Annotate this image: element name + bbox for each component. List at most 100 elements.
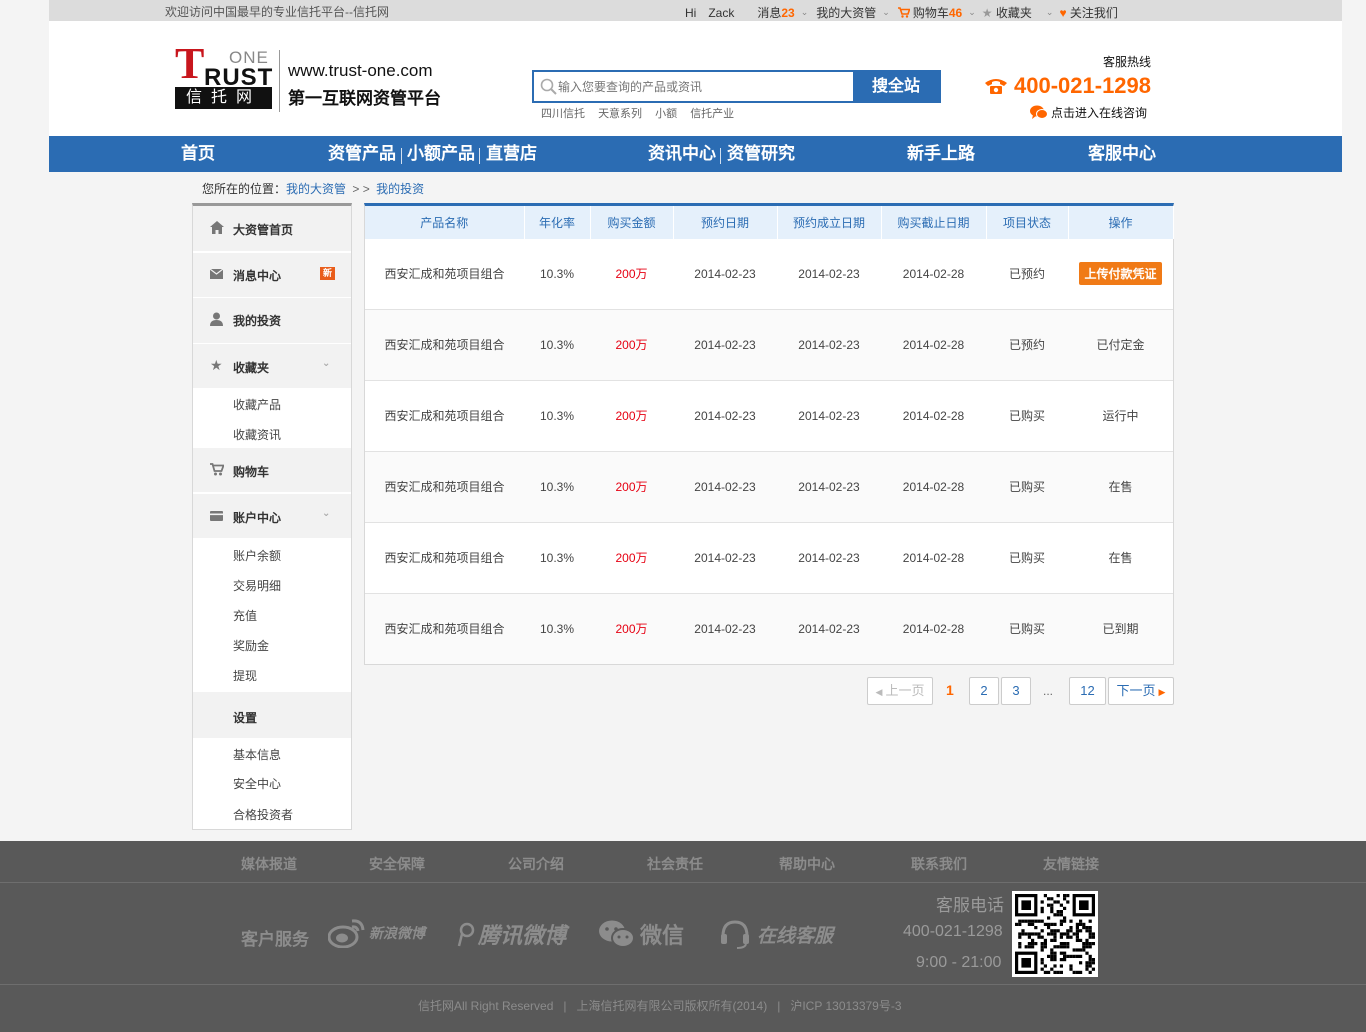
sidebar-item-account[interactable]: 账户中心 ⌄ [193, 494, 351, 538]
sidebar-item-investments[interactable]: 我的投资 [193, 298, 351, 343]
project-status: 已购买 [986, 521, 1068, 593]
logo-t: T [175, 39, 205, 88]
column-header: 年化率 [524, 206, 591, 239]
table-row: 西安汇成和苑项目组合 10.3% 200万 2014-02-23 2014-02… [365, 379, 1173, 451]
prev-page-label: 上一页 [885, 683, 925, 698]
sidebar-item-favorites[interactable]: ★ 收藏夹 ⌄ [193, 344, 351, 388]
username-link[interactable]: Zack [708, 6, 734, 20]
sidebar-item-home[interactable]: 大资管首页 [193, 206, 351, 251]
follow-link[interactable]: ♥ 关注我们 [1059, 4, 1117, 21]
star-icon: ★ [981, 6, 993, 20]
cart-link[interactable]: 购物车46 [897, 4, 962, 21]
chevron-down-icon[interactable]: ⌄ [322, 508, 330, 519]
sidebar-sub-fav-news[interactable]: 收藏资讯 [233, 426, 281, 443]
footer-link-contact[interactable]: 联系我们 [911, 854, 967, 874]
weibo-link[interactable]: 新浪微博 [328, 918, 425, 948]
chevron-down-icon[interactable]: ⌄ [801, 7, 809, 18]
product-name[interactable]: 西安汇成和苑项目组合 [365, 450, 524, 522]
nav-news[interactable]: 资讯中心 [648, 136, 716, 172]
sidebar-item-messages[interactable]: 消息中心 新 [193, 253, 351, 297]
footer-link-help[interactable]: 帮助中心 [779, 854, 835, 874]
sidebar-sub-transactions[interactable]: 交易明细 [233, 577, 281, 594]
sidebar-sub-bonus[interactable]: 奖励金 [233, 637, 269, 654]
page-12-button[interactable]: 12 [1069, 677, 1106, 705]
chevron-down-icon[interactable]: ⌄ [322, 358, 330, 369]
sidebar-sub-recharge[interactable]: 充值 [233, 607, 257, 624]
table-row: 西安汇成和苑项目组合 10.3% 200万 2014-02-23 2014-02… [365, 450, 1173, 522]
product-name[interactable]: 西安汇成和苑项目组合 [365, 592, 524, 664]
prev-page-button[interactable]: ◀ 上一页 [867, 677, 933, 705]
established-date: 2014-02-23 [777, 592, 881, 664]
hot-word[interactable]: 小额 [655, 108, 677, 120]
favorites-link[interactable]: ★ 收藏夹 [982, 4, 1032, 21]
table-header-row: 产品名称 年化率 购买金额 预约日期 预约成立日期 购买截止日期 项目状态 操作 [365, 206, 1174, 239]
footer: 媒体报道 安全保障 公司介绍 社会责任 帮助中心 联系我们 友情链接 客户服务 … [0, 841, 1366, 1032]
sidebar-sub-basic-info[interactable]: 基本信息 [233, 746, 281, 763]
nav-research[interactable]: 资管研究 [727, 136, 795, 172]
hot-word[interactable]: 天意系列 [598, 108, 642, 120]
nav-direct-store[interactable]: 直营店 [486, 136, 537, 172]
favorites-label: 收藏夹 [995, 6, 1032, 20]
established-date: 2014-02-23 [798, 266, 860, 281]
product-name[interactable]: 西安汇成和苑项目组合 [365, 521, 524, 593]
annual-rate: 10.3% [539, 266, 575, 281]
cart-label: 购物车 [912, 6, 949, 20]
nav-newbie[interactable]: 新手上路 [907, 136, 975, 172]
wechat-link[interactable]: 微信 [598, 918, 684, 950]
established-date: 2014-02-23 [777, 521, 881, 593]
action-cell: 上传付款凭证 [1068, 239, 1173, 309]
messages-link[interactable]: 消息23 [757, 4, 794, 21]
breadcrumb: 您所在的位置：我的大资管 > > 我的投资 [202, 180, 424, 197]
tencent-weibo-icon [457, 922, 475, 947]
nav-divider [479, 148, 480, 164]
table-row: 西安汇成和苑项目组合 10.3% 200万 2014-02-23 2014-02… [365, 308, 1173, 380]
breadcrumb-my-investments[interactable]: 我的投资 [376, 182, 424, 196]
sidebar-sub-fav-products[interactable]: 收藏产品 [233, 396, 281, 413]
copyright: 信托网All Right Reserved | 上海信托网有限公司版权所有(2014… [418, 997, 902, 1014]
action-status: 已到期 [1068, 592, 1173, 664]
chevron-down-icon[interactable]: ⌄ [882, 7, 890, 18]
footer-link-responsibility[interactable]: 社会责任 [647, 854, 703, 874]
breadcrumb-my-asset[interactable]: 我的大资管 [286, 182, 346, 196]
search-input[interactable] [558, 73, 848, 100]
chevron-down-icon[interactable]: ⌄ [968, 7, 976, 18]
sidebar-sub-withdraw[interactable]: 提现 [233, 667, 257, 684]
sidebar-item-cart[interactable]: 购物车 [193, 448, 351, 492]
hot-word[interactable]: 信托产业 [690, 108, 734, 120]
nav-home[interactable]: 首页 [181, 136, 215, 172]
nav-service[interactable]: 客服中心 [1088, 136, 1156, 172]
footer-link-media[interactable]: 媒体报道 [241, 854, 297, 874]
product-name[interactable]: 西安汇成和苑项目组合 [365, 308, 524, 380]
footer-link-security[interactable]: 安全保障 [369, 854, 425, 874]
sidebar-sub-qualified[interactable]: 合格投资者 [233, 806, 293, 823]
header: T ONE RUST 信托网 www.trust-one.com 第一互联网资管… [49, 21, 1342, 136]
cart-icon [897, 7, 911, 18]
nav-small-products[interactable]: 小额产品 [407, 136, 475, 172]
hot-word[interactable]: 四川信托 [541, 108, 585, 120]
product-name[interactable]: 西安汇成和苑项目组合 [365, 239, 524, 309]
tencent-weibo-link[interactable]: 腾讯微博 [456, 918, 566, 950]
product-name[interactable]: 西安汇成和苑项目组合 [365, 379, 524, 451]
reserve-date: 2014-02-23 [673, 521, 777, 593]
sidebar-item-label: 设置 [233, 711, 258, 725]
upload-payment-button[interactable]: 上传付款凭证 [1079, 262, 1162, 286]
messages-label: 消息 [757, 6, 782, 20]
next-page-button[interactable]: 下一页 ▶ [1108, 677, 1174, 705]
page-2-button[interactable]: 2 [969, 677, 999, 705]
chevron-down-icon[interactable]: ⌄ [1046, 7, 1054, 18]
sidebar-sub-security[interactable]: 安全中心 [233, 775, 281, 792]
site-logo[interactable]: T ONE RUST 信托网 [175, 42, 275, 110]
footer-link-about[interactable]: 公司介绍 [508, 854, 564, 874]
page-3-button[interactable]: 3 [1001, 677, 1031, 705]
footer-link-friends[interactable]: 友情链接 [1043, 854, 1099, 874]
sidebar-sub-balance[interactable]: 账户余额 [233, 547, 281, 564]
investment-table: 产品名称 年化率 购买金额 预约日期 预约成立日期 购买截止日期 项目状态 操作… [365, 206, 1174, 664]
online-service-link[interactable]: 在线客服 [719, 918, 833, 950]
nav-asset-products[interactable]: 资管产品 [328, 136, 396, 172]
search-button[interactable]: 搜全站 [853, 72, 939, 101]
my-asset-link[interactable]: 我的大资管 [816, 4, 876, 21]
weibo-label: 新浪微博 [369, 925, 425, 941]
divider: | [563, 999, 567, 1013]
online-consult-link[interactable]: 点击进入在线咨询 [1030, 104, 1147, 121]
sidebar-item-settings[interactable]: 设置 [193, 692, 351, 738]
